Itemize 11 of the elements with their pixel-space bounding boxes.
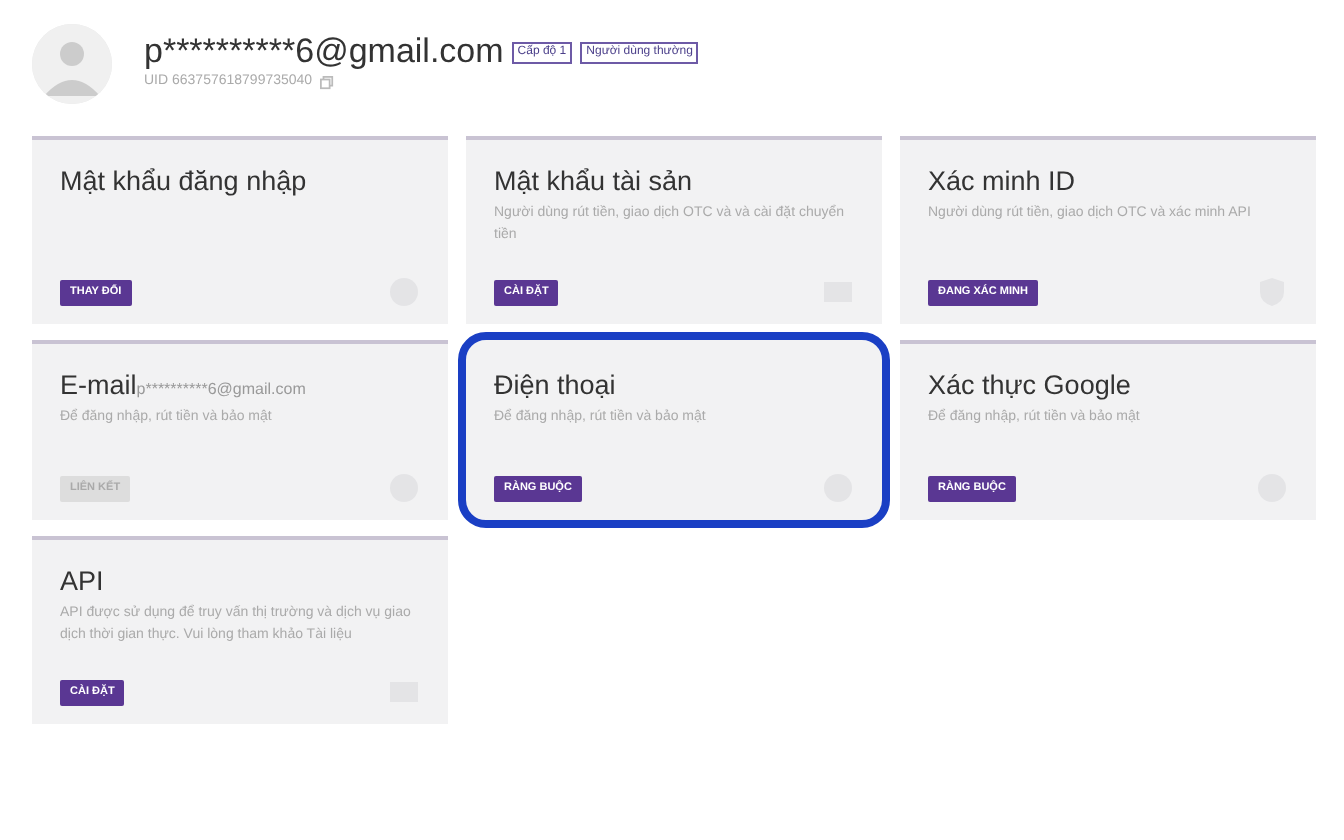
copy-icon[interactable] xyxy=(320,75,335,90)
masked-email: p**********6@gmail.com xyxy=(136,378,306,402)
card-title: Xác thực Google xyxy=(928,368,1131,402)
card-title: API xyxy=(60,564,104,598)
card-title: E-mail xyxy=(60,368,137,402)
card-title: Điện thoại xyxy=(494,368,616,402)
avatar xyxy=(32,24,112,104)
card-title: Mật khẩu đăng nhập xyxy=(60,164,307,198)
user-email: p**********6@gmail.com xyxy=(144,32,504,72)
card-title: Xác minh ID xyxy=(928,164,1076,198)
card-title: Mật khẩu tài sản xyxy=(494,164,693,198)
